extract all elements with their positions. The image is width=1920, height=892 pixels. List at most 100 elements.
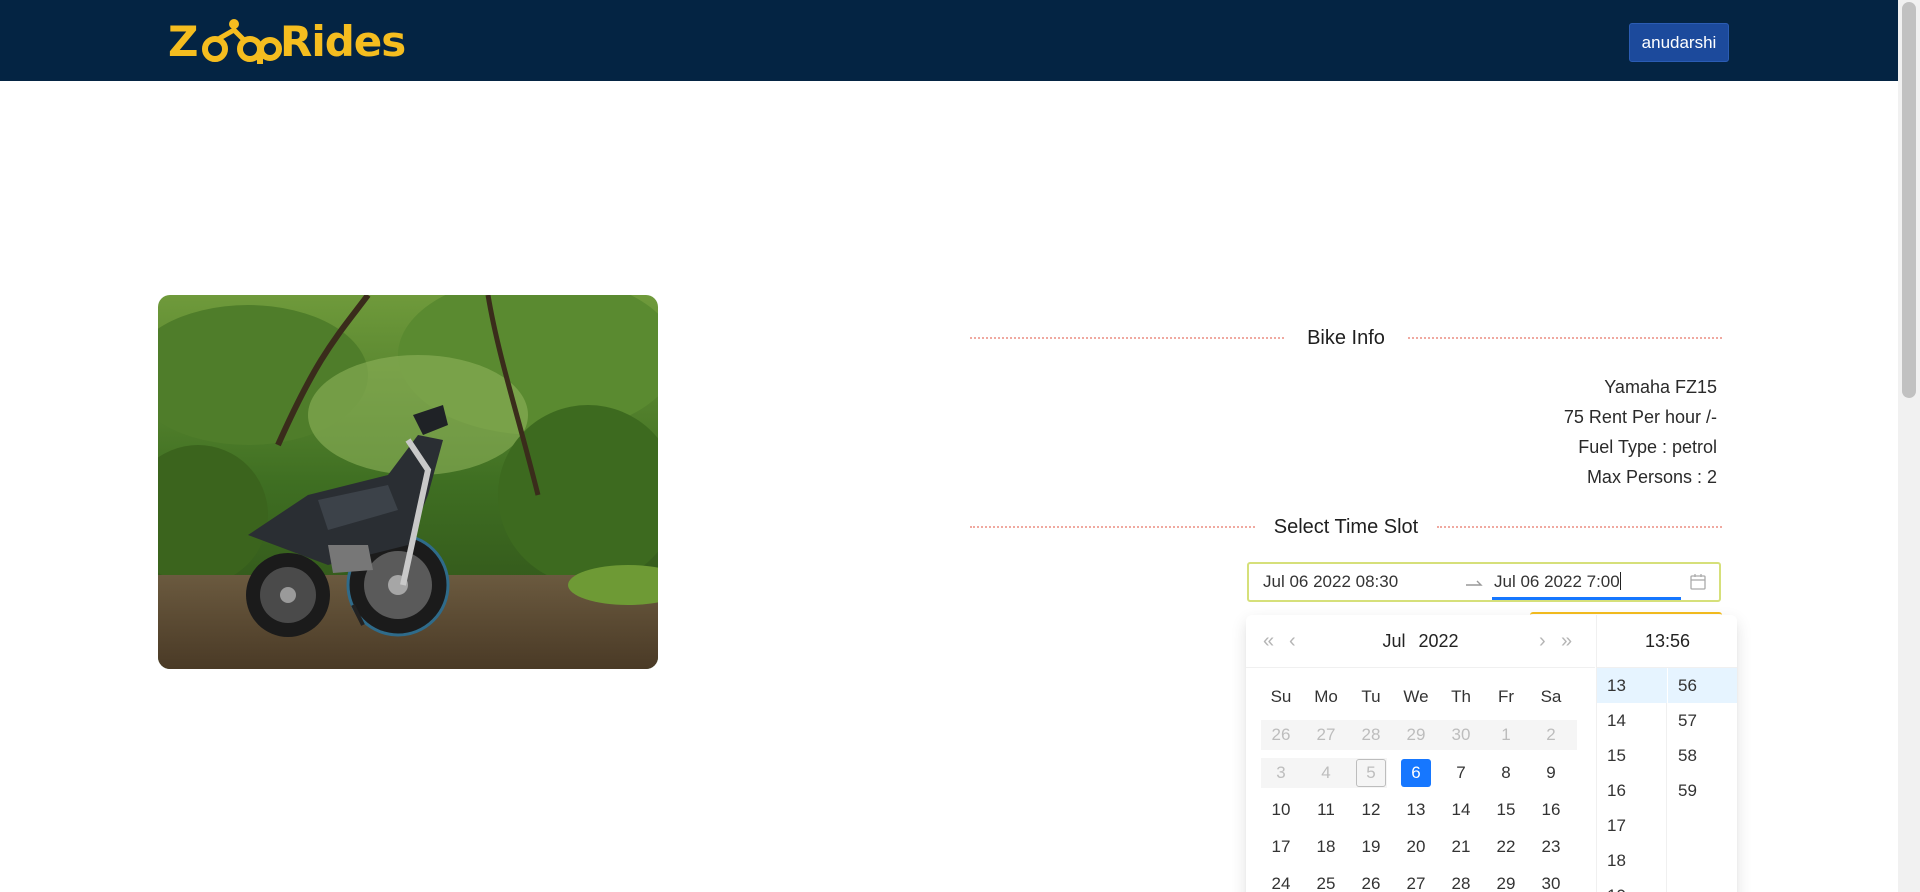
- divider-line-left: [970, 337, 1284, 339]
- calendar-day: 5: [1351, 758, 1391, 788]
- weekday-header: Mo: [1314, 687, 1338, 706]
- time-slot-divider: Select Time Slot: [970, 515, 1722, 539]
- calendar-day[interactable]: 8: [1486, 758, 1526, 788]
- calendar-day-label: 17: [1271, 837, 1291, 856]
- hour-column[interactable]: 13141516171819: [1597, 668, 1667, 892]
- scrollbar-thumb[interactable]: [1902, 2, 1916, 398]
- divider-line-left: [970, 526, 1255, 528]
- bike-info-divider: Bike Info: [970, 326, 1722, 350]
- calendar-day-label: 29: [1406, 725, 1426, 744]
- calendar-day-label: 15: [1496, 800, 1516, 819]
- minute-option[interactable]: 59: [1668, 773, 1737, 808]
- weekday-header: We: [1403, 687, 1429, 706]
- hour-option[interactable]: 14: [1597, 703, 1667, 738]
- weekday-header: Tu: [1361, 687, 1381, 706]
- calendar-day[interactable]: 29: [1486, 869, 1526, 892]
- next-year-icon[interactable]: »: [1561, 631, 1572, 651]
- calendar-day[interactable]: 26: [1351, 869, 1391, 892]
- calendar-day[interactable]: 28: [1441, 869, 1481, 892]
- calendar-day[interactable]: 22: [1486, 832, 1526, 862]
- calendar-day: 29: [1396, 720, 1436, 750]
- bike-fuel-type: Fuel Type : petrol: [1578, 437, 1717, 457]
- calendar-day[interactable]: 24: [1261, 869, 1301, 892]
- calendar-day-label: 8: [1501, 763, 1511, 782]
- calendar-day-label: 10: [1271, 800, 1291, 819]
- calendar-day[interactable]: 10: [1261, 795, 1301, 825]
- calendar-day[interactable]: 30: [1531, 869, 1571, 892]
- start-datetime-input[interactable]: Jul 06 2022 08:30: [1263, 572, 1398, 592]
- calendar-day-label: 1: [1501, 725, 1511, 744]
- calendar-day[interactable]: 11: [1306, 795, 1346, 825]
- calendar-day-label: 21: [1451, 837, 1471, 856]
- calendar-day[interactable]: 20: [1396, 832, 1436, 862]
- calendar-day-label: 5: [1356, 759, 1386, 787]
- end-datetime-input[interactable]: Jul 06 2022 7:00: [1494, 572, 1621, 592]
- calendar-day-label: 7: [1456, 763, 1466, 782]
- calendar-day[interactable]: 14: [1441, 795, 1481, 825]
- calendar-day-label: 25: [1316, 874, 1336, 892]
- calendar-day[interactable]: 15: [1486, 795, 1526, 825]
- user-menu-button[interactable]: anudarshi: [1629, 23, 1729, 62]
- zooprides-logo[interactable]: Z Rides: [168, 16, 443, 68]
- calendar-day-label: 16: [1541, 800, 1561, 819]
- calendar-day[interactable]: 19: [1351, 832, 1391, 862]
- calendar-day-label: 26: [1271, 725, 1291, 744]
- svg-text:Rides: Rides: [280, 17, 405, 66]
- calendar-day: 1: [1486, 720, 1526, 750]
- calendar-day-label: 29: [1496, 874, 1516, 892]
- calendar-day[interactable]: 17: [1261, 832, 1301, 862]
- calendar-day[interactable]: 18: [1306, 832, 1346, 862]
- minute-option[interactable]: 57: [1668, 703, 1737, 738]
- bike-photo-graphic: [158, 295, 658, 669]
- page-scrollbar[interactable]: [1898, 0, 1920, 892]
- calendar-day-label: 27: [1316, 725, 1336, 744]
- bike-max-persons: Max Persons : 2: [1586, 467, 1717, 487]
- hour-option[interactable]: 16: [1597, 773, 1667, 808]
- minute-column[interactable]: 56 57 58 59: [1668, 668, 1737, 892]
- top-navbar: Z Rides anudarshi: [0, 0, 1898, 81]
- date-range-picker[interactable]: Jul 06 2022 08:30 Jul 06 2022 7:00: [1247, 562, 1721, 602]
- calendar-header: « ‹ Jul 2022 › »: [1246, 615, 1595, 668]
- hour-option[interactable]: 15: [1597, 738, 1667, 773]
- time-picker-header: 13:56: [1597, 615, 1737, 668]
- calendar-day: 28: [1351, 720, 1391, 750]
- calendar-day[interactable]: 25: [1306, 869, 1346, 892]
- calendar-day[interactable]: 21: [1441, 832, 1481, 862]
- bike-name: Yamaha FZ15: [1604, 377, 1717, 397]
- calendar-day[interactable]: 23: [1531, 832, 1571, 862]
- calendar-day[interactable]: 13: [1396, 795, 1436, 825]
- calendar-day-label: 3: [1276, 763, 1286, 782]
- logo-graphic: Z Rides: [168, 17, 406, 66]
- calendar-day[interactable]: 9: [1531, 758, 1571, 788]
- hour-option[interactable]: 19: [1597, 878, 1667, 892]
- month-label[interactable]: Jul: [1382, 631, 1405, 651]
- range-separator-icon: [1466, 580, 1483, 586]
- calendar-day-label: 18: [1316, 837, 1336, 856]
- calendar-day-label: 22: [1496, 837, 1516, 856]
- weekday-header: Su: [1270, 687, 1292, 706]
- next-month-icon[interactable]: ›: [1539, 631, 1546, 651]
- hour-option[interactable]: 17: [1597, 808, 1667, 843]
- calendar-day[interactable]: 7: [1441, 758, 1481, 788]
- calendar-day-label: 23: [1541, 837, 1561, 856]
- calendar-icon[interactable]: [1689, 573, 1707, 591]
- calendar-day-label: 4: [1321, 763, 1331, 782]
- minute-option[interactable]: 56: [1668, 668, 1737, 703]
- calendar-day[interactable]: 27: [1396, 869, 1436, 892]
- calendar-day-label: 28: [1451, 874, 1471, 892]
- calendar-day[interactable]: 16: [1531, 795, 1571, 825]
- datetime-dropdown: « ‹ Jul 2022 › » Su Mo Tu We Th Fr Sa 26 27 28 29…: [1246, 615, 1737, 892]
- calendar-day-label: 14: [1451, 800, 1471, 819]
- calendar-day[interactable]: 12: [1351, 795, 1391, 825]
- calendar-day: 30: [1441, 720, 1481, 750]
- calendar-day: 3: [1261, 758, 1301, 788]
- minute-option[interactable]: 58: [1668, 738, 1737, 773]
- svg-text:Z: Z: [168, 17, 197, 66]
- year-label[interactable]: 2022: [1418, 631, 1458, 651]
- hour-option[interactable]: 18: [1597, 843, 1667, 878]
- hour-option[interactable]: 13: [1597, 668, 1667, 703]
- calendar-day-label: 20: [1406, 837, 1426, 856]
- calendar-day[interactable]: 6: [1396, 758, 1436, 788]
- calendar-day-label: 19: [1361, 837, 1381, 856]
- weekday-header: Sa: [1540, 687, 1562, 706]
